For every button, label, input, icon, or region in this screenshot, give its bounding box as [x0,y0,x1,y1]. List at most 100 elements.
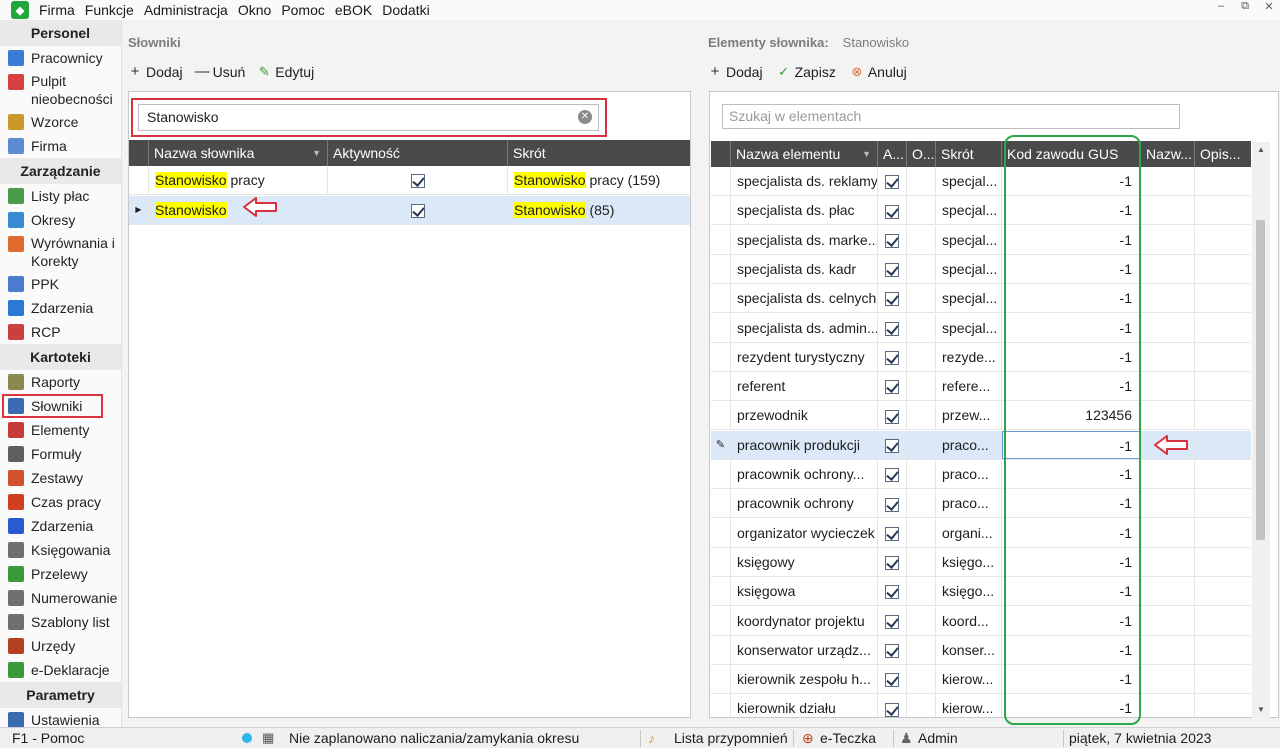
menu-okno[interactable]: Okno [234,2,277,18]
active-checkbox[interactable] [885,233,899,248]
gus-code-edit-input[interactable]: -1 [1002,430,1141,459]
active-checkbox[interactable] [410,204,425,219]
minimize-icon[interactable]: ‒ [1214,0,1228,13]
eteczka-link[interactable]: e-Teczka [820,728,876,748]
element-row[interactable]: specjalista ds. marke... specjal... -1 [711,225,1251,255]
element-row[interactable]: kierownik działu kierow... -1 [711,694,1251,717]
cancel-button[interactable]: ⊗ Anuluj [850,63,906,80]
active-cell[interactable] [878,518,907,547]
element-row[interactable]: specjalista ds. reklamy specjal... -1 [711,167,1251,196]
active-cell[interactable] [328,166,508,194]
elements-scrollbar[interactable]: ▲ ▼ [1252,142,1270,718]
restore-icon[interactable]: ⧉ [1238,0,1252,13]
active-checkbox[interactable] [885,351,899,366]
active-cell[interactable] [878,694,907,717]
active-cell[interactable] [878,577,907,606]
sidebar-section-kartoteki[interactable]: Kartoteki [0,344,121,370]
active-cell[interactable] [878,196,907,225]
sidebar-section-personel[interactable]: Personel [0,20,121,46]
sidebar-item-raporty[interactable]: Raporty [0,370,121,394]
active-cell[interactable] [878,225,907,254]
active-checkbox[interactable] [885,438,899,453]
element-row[interactable]: koordynator projektu koord... -1 [711,606,1251,636]
gus-code-cell[interactable]: -1 [1002,254,1141,283]
header-gus-code[interactable]: Kod zawodu GUS [1002,141,1141,167]
menu-dodatki[interactable]: Dodatki [378,2,435,18]
element-row[interactable]: księgowa księgo... -1 [711,577,1251,607]
active-cell[interactable] [878,665,907,694]
sidebar-item-okresy[interactable]: Okresy [0,208,121,232]
remove-dictionary-button[interactable]: — Usuń [195,63,246,80]
gus-code-cell[interactable]: -1 [1002,547,1141,576]
header-name-2[interactable]: Nazw... [1141,141,1195,167]
sidebar-item-wzorce[interactable]: Wzorce [0,110,121,134]
element-row[interactable]: księgowy księgo... -1 [711,547,1251,577]
gus-code-cell[interactable]: -1 [1002,518,1141,547]
element-search-input[interactable]: Szukaj w elementach [722,104,1180,129]
menu-funkcje[interactable]: Funkcje [81,2,140,18]
edit-dictionary-button[interactable]: ✎ Edytuj [257,63,314,80]
sidebar-item-listy-plac[interactable]: Listy płac [0,184,121,208]
gus-code-cell[interactable]: -1 [1002,342,1141,371]
active-checkbox[interactable] [885,468,899,483]
element-row[interactable]: przewodnik przew... 123456 [711,401,1251,431]
gus-code-cell[interactable]: -1 [1002,225,1141,254]
close-icon[interactable]: ✕ [1262,0,1276,13]
active-cell[interactable] [878,489,907,518]
menu-administracja[interactable]: Administracja [140,2,234,18]
sidebar-item-ustawienia[interactable]: Ustawienia [0,708,121,727]
header-abbreviation[interactable]: Skrót [508,140,690,166]
element-row[interactable]: organizator wycieczek organi... -1 [711,518,1251,548]
active-checkbox[interactable] [885,673,899,688]
sidebar-item-wyrownania-i-korekty[interactable]: Wyrównania i Korekty [0,232,121,272]
reminders-link[interactable]: Lista przypomnień [674,728,788,748]
active-checkbox[interactable] [885,556,899,571]
active-cell[interactable] [878,547,907,576]
active-checkbox[interactable] [410,174,425,189]
sidebar-item-rcp[interactable]: RCP [0,320,121,344]
sidebar-item-czas-pracy[interactable]: Czas pracy [0,490,121,514]
element-row[interactable]: specjalista ds. admin... specjal... -1 [711,313,1251,343]
active-cell[interactable] [878,342,907,371]
active-checkbox[interactable] [885,321,899,336]
active-cell[interactable] [878,254,907,283]
sidebar-item-urzedy[interactable]: Urzędy [0,634,121,658]
active-checkbox[interactable] [885,526,899,541]
gus-code-cell[interactable]: -1 [1002,694,1141,717]
header-activity[interactable]: Aktywność [328,140,508,166]
menu-firma[interactable]: Firma [35,2,81,18]
scroll-down-icon[interactable]: ▼ [1252,702,1270,718]
element-row[interactable]: referent refere... -1 [711,372,1251,402]
active-checkbox[interactable] [885,292,899,307]
gus-code-cell[interactable]: 123456 [1002,401,1141,430]
active-cell[interactable] [878,401,907,430]
sidebar-item-elementy[interactable]: Elementy [0,418,121,442]
active-cell[interactable] [878,313,907,342]
active-checkbox[interactable] [885,409,899,424]
gus-code-cell[interactable]: -1 [1002,489,1141,518]
element-row[interactable]: rezydent turystyczny rezyde... -1 [711,342,1251,372]
gus-code-cell[interactable]: -1 [1002,372,1141,401]
sidebar-item-szablony-list[interactable]: Szablony list [0,610,121,634]
header-abbreviation[interactable]: Skrót [936,141,1002,167]
dictionary-row[interactable]: Stanowisko pracy Stanowisko pracy (159) [129,166,690,195]
header-o[interactable]: O... [907,141,936,167]
sidebar-item-pracownicy[interactable]: Pracownicy [0,46,121,70]
sidebar-item-zestawy[interactable]: Zestawy [0,466,121,490]
element-row[interactable]: kierownik zespołu h... kierow... -1 [711,665,1251,695]
active-checkbox[interactable] [885,644,899,659]
sidebar-item-pulpit-nieobecnosci[interactable]: Pulpit nieobecności [0,70,121,110]
menu-pomoc[interactable]: Pomoc [277,2,331,18]
active-checkbox[interactable] [885,585,899,600]
sidebar-item-numerowanie[interactable]: Numerowanie [0,586,121,610]
sidebar-item-przelewy[interactable]: Przelewy [0,562,121,586]
gus-code-cell[interactable]: -1 [1002,196,1141,225]
menu-ebok[interactable]: eBOK [331,2,378,18]
gus-code-cell[interactable]: -1 [1002,284,1141,313]
gus-code-cell[interactable]: -1 [1002,606,1141,635]
active-cell[interactable] [878,635,907,664]
scrollbar-thumb[interactable] [1256,220,1265,540]
sidebar-item-ppk[interactable]: PPK [0,272,121,296]
dictionary-row[interactable]: ▶ Stanowisko Stanowisko (85) [129,196,690,225]
add-dictionary-button[interactable]: + Dodaj [128,63,183,80]
